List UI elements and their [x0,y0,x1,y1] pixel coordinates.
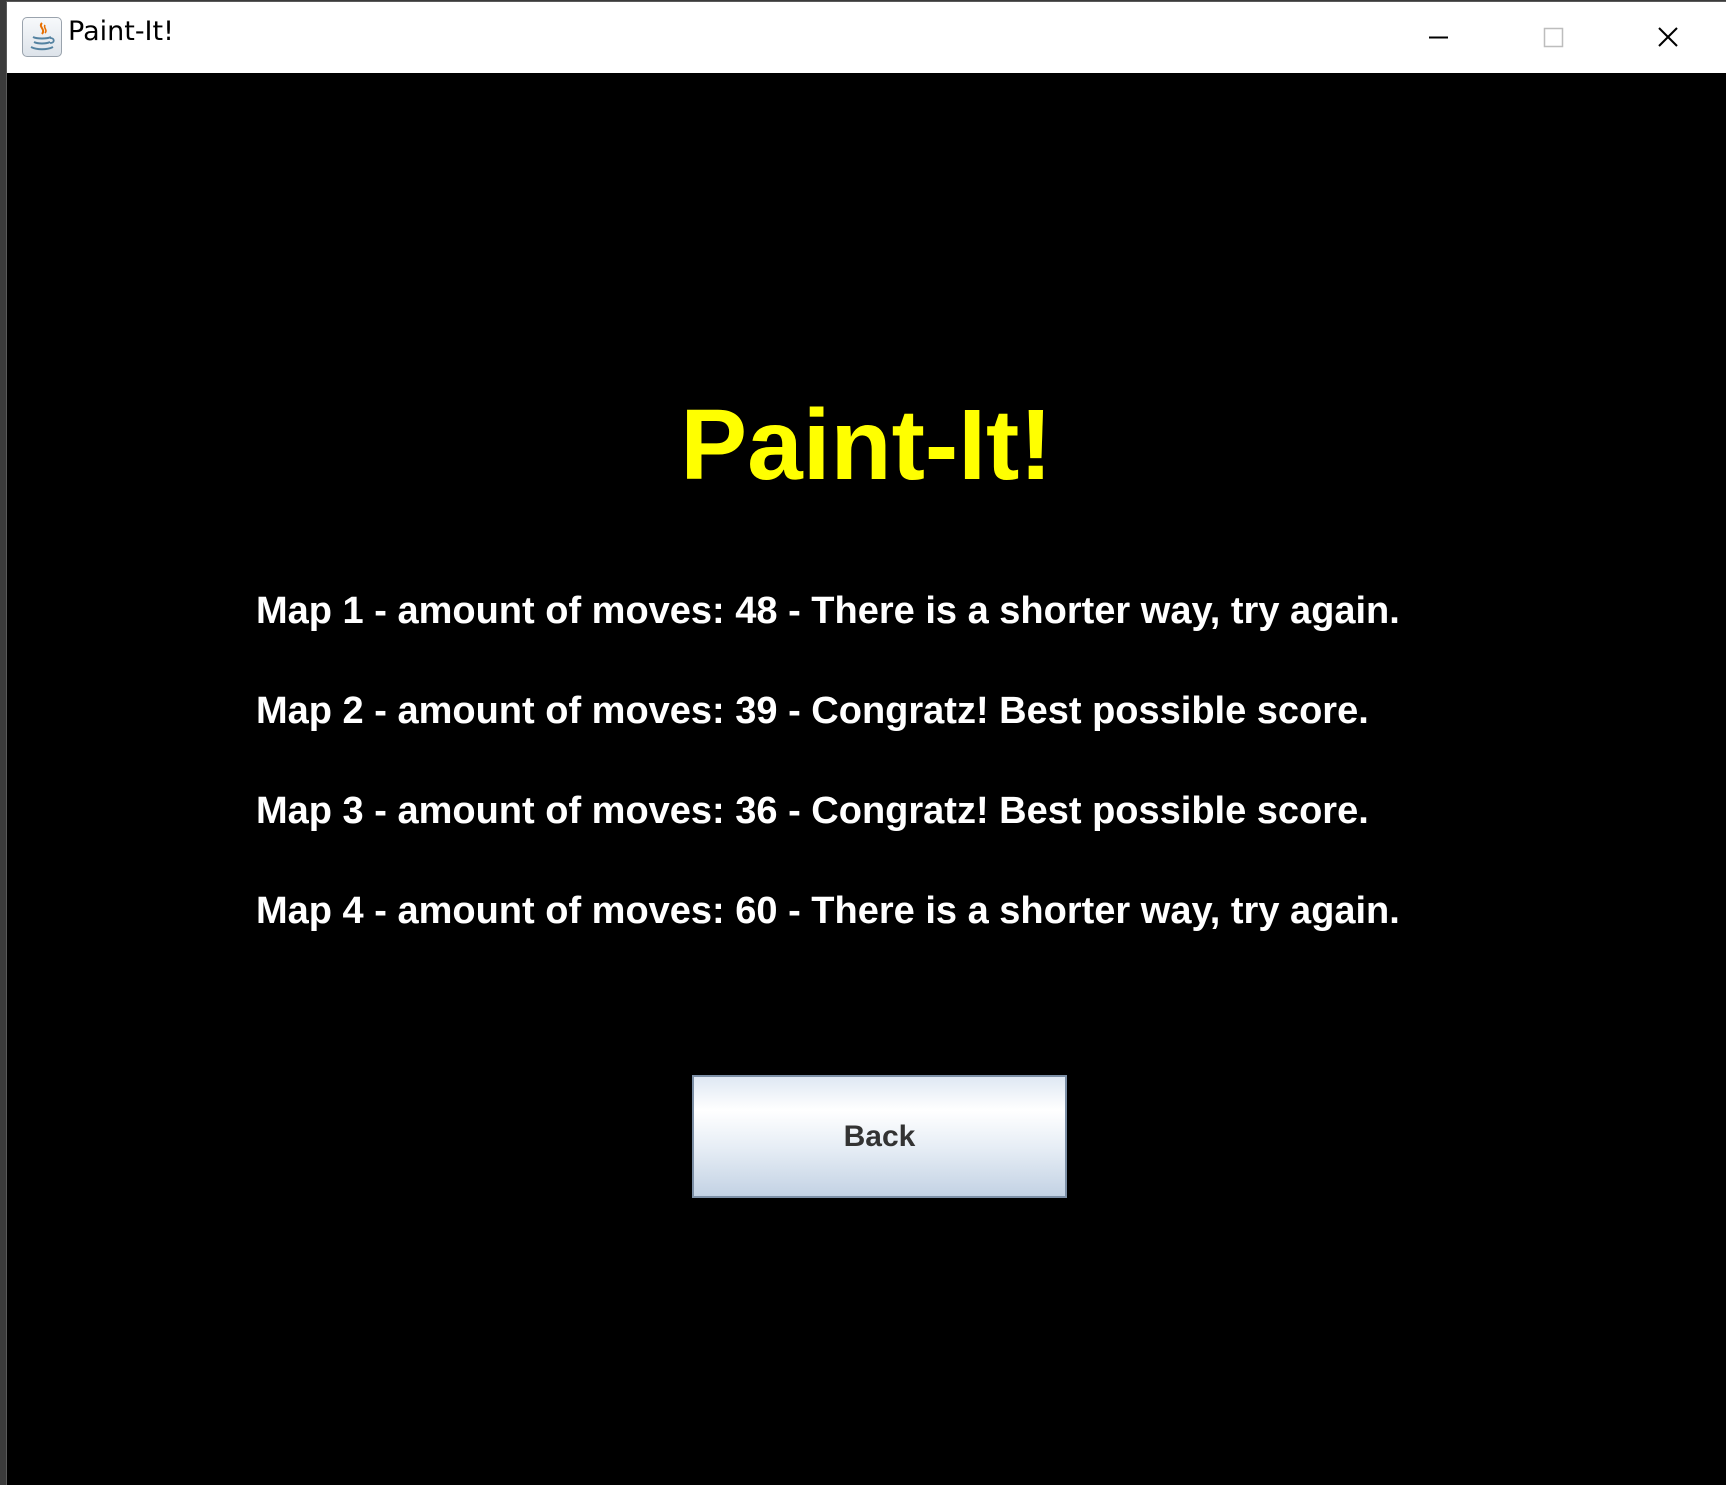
minimize-button[interactable] [1381,2,1496,73]
score-line-map-4: Map 4 - amount of moves: 60 - There is a… [256,890,1400,932]
app-window: Paint-It! Paint-It! Map 1 - amount of mo… [7,2,1726,1485]
maximize-button[interactable] [1496,2,1611,73]
score-line-map-2: Map 2 - amount of moves: 39 - Congratz! … [256,690,1369,732]
window-title: Paint-It! [68,16,174,47]
back-button[interactable]: Back [692,1075,1067,1198]
score-line-map-1: Map 1 - amount of moves: 48 - There is a… [256,590,1400,632]
score-list: Map 1 - amount of moves: 48 - There is a… [256,589,1400,989]
game-title: Paint-It! [680,389,1053,501]
score-line-map-3: Map 3 - amount of moves: 36 - Congratz! … [256,790,1369,832]
maximize-icon [1543,27,1564,48]
title-bar[interactable]: Paint-It! [7,2,1726,73]
java-app-icon[interactable] [22,17,62,57]
results-screen: Paint-It! Map 1 - amount of moves: 48 - … [7,73,1726,1485]
close-icon [1658,27,1678,47]
minimize-icon [1429,36,1448,39]
close-button[interactable] [1611,2,1726,73]
